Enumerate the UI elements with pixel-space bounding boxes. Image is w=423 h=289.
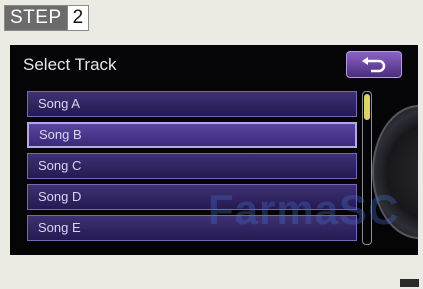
page-title: Select Track bbox=[23, 55, 117, 74]
track-item-song-a[interactable]: Song A bbox=[27, 91, 357, 117]
back-button[interactable] bbox=[346, 51, 402, 78]
return-arrow-icon bbox=[362, 56, 386, 72]
scrollbar[interactable] bbox=[362, 91, 372, 245]
control-dial bbox=[372, 105, 418, 239]
track-item-song-b[interactable]: Song B bbox=[27, 122, 357, 148]
step-label: STEP bbox=[5, 6, 67, 30]
track-item-song-c[interactable]: Song C bbox=[27, 153, 357, 179]
step-number: 2 bbox=[66, 6, 89, 30]
audio-screen: Select Track Song A Song B Song C Song D… bbox=[10, 45, 418, 255]
figure-code bbox=[399, 279, 419, 287]
track-list: Song A Song B Song C Song D Song E bbox=[27, 91, 357, 246]
scroll-thumb[interactable] bbox=[364, 94, 370, 120]
track-item-song-e[interactable]: Song E bbox=[27, 215, 357, 241]
step-badge: STEP 2 bbox=[4, 5, 90, 31]
track-item-song-d[interactable]: Song D bbox=[27, 184, 357, 210]
